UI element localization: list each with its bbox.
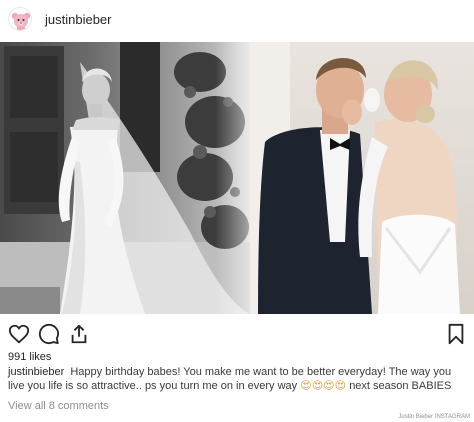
comment-bubble-icon[interactable] — [38, 323, 62, 347]
caption-text-end: next season BABIES — [349, 380, 452, 392]
photo-credit: Justin Bieber INSTAGRAM — [398, 414, 470, 420]
couple-kiss-photo — [250, 42, 474, 314]
post-caption: justinbieber Happy birthday babes! You m… — [8, 365, 466, 393]
view-all-comments-link[interactable]: View all 8 comments — [8, 400, 109, 412]
bride-bw-photo — [0, 42, 250, 314]
avatar[interactable] — [8, 7, 32, 31]
post-photo[interactable] — [0, 42, 474, 314]
bookmark-icon[interactable] — [446, 323, 470, 347]
instagram-post: justinbieber 991 likes justinbieber Happ… — [0, 0, 474, 422]
pink-teddy-bear-avatar-icon — [11, 12, 31, 30]
heart-icon[interactable] — [8, 323, 32, 347]
likes-count[interactable]: 991 likes — [8, 351, 51, 363]
photo-canvas — [0, 42, 474, 314]
post-username[interactable]: justinbieber — [45, 12, 112, 27]
caption-username[interactable]: justinbieber — [8, 366, 64, 378]
caption-emoji: 😍😍😍😍 — [300, 380, 347, 392]
post-header: justinbieber — [0, 0, 474, 42]
post-actions — [0, 314, 474, 352]
share-arrow-icon[interactable] — [68, 323, 92, 347]
